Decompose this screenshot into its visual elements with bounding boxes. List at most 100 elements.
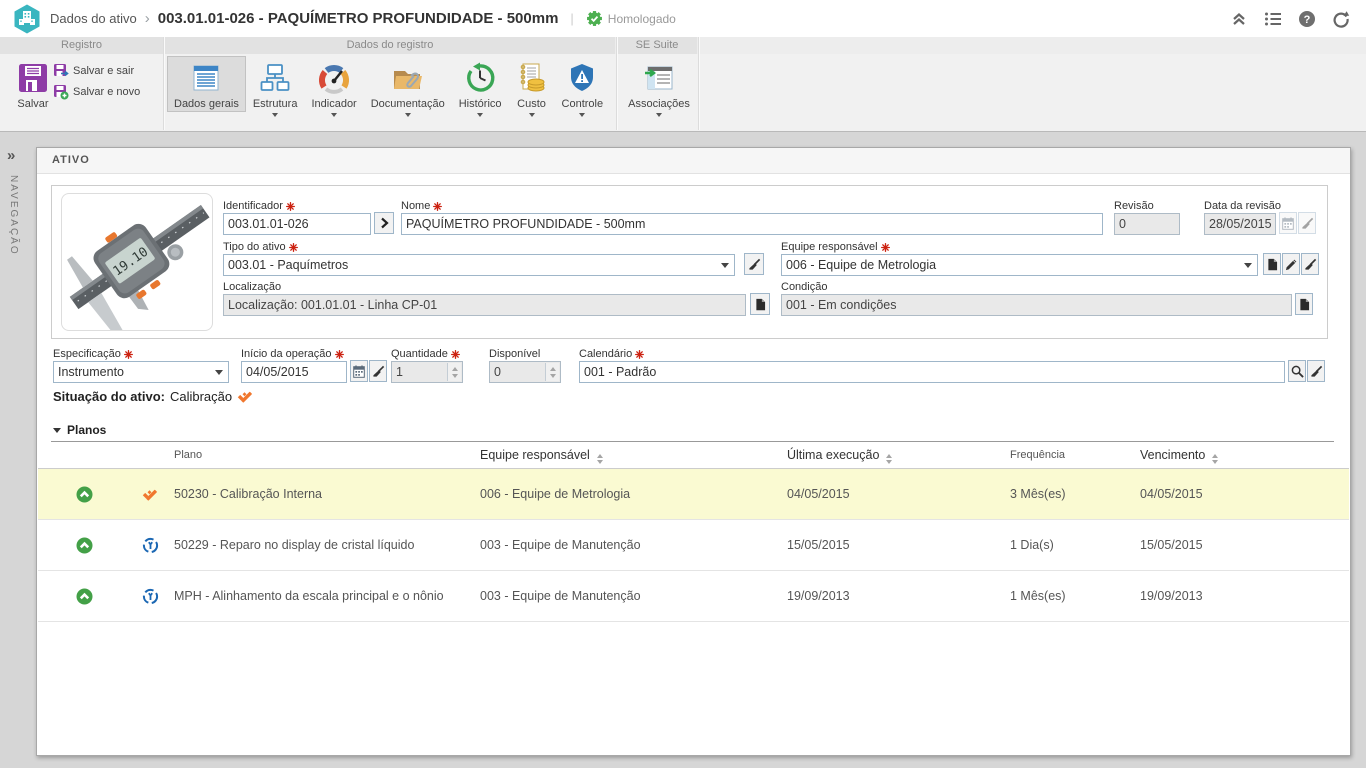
sort-icon	[886, 454, 892, 464]
condicao-field: Condição 001 - Em condições	[781, 281, 1292, 316]
help-icon[interactable]: ?	[1296, 8, 1318, 30]
plan-row[interactable]: MPH - Alinhamento da escala principal e …	[38, 571, 1349, 622]
plan-row[interactable]: 50229 - Reparo no display de cristal líq…	[38, 520, 1349, 571]
group-header-dados-do-registro: Dados do registro	[165, 37, 615, 54]
spinner-arrows-icon	[447, 363, 461, 381]
calendar-icon	[353, 365, 365, 378]
plan-team: 006 - Equipe de Metrologia	[480, 469, 630, 519]
plan-last-execution: 04/05/2015	[787, 469, 850, 519]
clean-brush-icon	[1301, 217, 1314, 230]
condicao-view-button[interactable]	[1295, 293, 1313, 315]
breadcrumb[interactable]: Dados do ativo	[50, 11, 137, 26]
calendario-clear-button[interactable]	[1307, 360, 1325, 382]
required-icon	[289, 243, 298, 252]
shield-alert-icon	[566, 60, 598, 96]
controle-label: Controle	[562, 98, 604, 110]
equipe-select[interactable]: 006 - Equipe de Metrologia	[781, 254, 1258, 276]
calendario-search-button[interactable]	[1288, 360, 1306, 382]
col-vencimento[interactable]: Vencimento	[1140, 442, 1218, 468]
required-icon	[286, 202, 295, 211]
custo-button[interactable]: Custo	[509, 56, 555, 119]
plan-last-execution: 15/05/2015	[787, 520, 850, 570]
app-logo-icon	[13, 4, 41, 34]
data-revisao-input: 28/05/2015	[1204, 213, 1276, 235]
ativo-panel: ATIVO 19.10 Identifi	[36, 147, 1351, 756]
inicio-operacao-input[interactable]: 04/05/2015	[241, 361, 347, 383]
equipe-view-button[interactable]	[1263, 253, 1281, 275]
plan-name: 50229 - Reparo no display de cristal líq…	[174, 520, 414, 570]
indicador-button[interactable]: Indicador	[304, 56, 363, 119]
plan-row[interactable]: 50230 - Calibração Interna 006 - Equipe …	[38, 469, 1349, 520]
plan-last-execution: 19/09/2013	[787, 571, 850, 621]
salvar-e-novo-label: Salvar e novo	[73, 86, 140, 98]
homologado-gear-icon	[586, 10, 603, 27]
plan-team: 003 - Equipe de Manutenção	[480, 571, 641, 621]
execute-plan-icon[interactable]	[76, 486, 93, 503]
planos-title: Planos	[67, 423, 106, 437]
dados-gerais-button[interactable]: Dados gerais	[167, 56, 246, 112]
data-revisao-label: Data da revisão	[1204, 200, 1281, 212]
expand-navigation-button[interactable]: »	[7, 147, 15, 164]
required-icon	[635, 350, 644, 359]
search-icon	[1291, 365, 1304, 378]
estrutura-button[interactable]: Estrutura	[246, 56, 305, 119]
salvar-e-novo-button[interactable]: Salvar e novo	[53, 84, 140, 100]
chevron-down-icon	[579, 113, 585, 117]
plan-name: 50230 - Calibração Interna	[174, 469, 322, 519]
calendar-icon	[1282, 217, 1294, 230]
revisao-label: Revisão	[1114, 200, 1154, 212]
execute-plan-icon[interactable]	[76, 588, 93, 605]
document-icon	[755, 298, 766, 311]
execute-plan-icon[interactable]	[76, 537, 93, 554]
calendario-input[interactable]: 001 - Padrão	[579, 361, 1285, 383]
collapse-header-icon[interactable]	[1228, 8, 1250, 30]
col-plano: Plano	[174, 442, 202, 468]
historico-button[interactable]: Histórico	[452, 56, 509, 119]
especificacao-select[interactable]: Instrumento	[53, 361, 229, 383]
equipe-edit-button[interactable]	[1282, 253, 1300, 275]
controle-button[interactable]: Controle	[555, 56, 611, 119]
associacoes-button[interactable]: Associações	[620, 56, 698, 119]
identificador-field: Identificador 003.01.01-026	[223, 200, 371, 235]
documentacao-button[interactable]: Documentação	[364, 56, 452, 119]
dados-gerais-label: Dados gerais	[174, 98, 239, 110]
tipo-ativo-select[interactable]: 003.01 - Paquímetros	[223, 254, 735, 276]
tipo-ativo-clear-button[interactable]	[744, 253, 764, 275]
chevron-down-icon	[477, 113, 483, 117]
identificador-input[interactable]: 003.01.01-026	[223, 213, 371, 235]
equipe-clear-button[interactable]	[1301, 253, 1319, 275]
identificador-next-button[interactable]	[374, 212, 394, 234]
sort-icon	[597, 454, 603, 464]
general-data-icon	[190, 60, 222, 96]
save-floppy-icon	[17, 60, 49, 96]
col-ultima-execucao[interactable]: Última execução	[787, 442, 892, 468]
localizacao-label: Localização	[223, 281, 281, 293]
menu-list-icon[interactable]	[1262, 8, 1284, 30]
localizacao-view-button[interactable]	[750, 293, 770, 315]
chevron-down-icon	[405, 113, 411, 117]
chevron-down-icon	[656, 113, 662, 117]
pencil-icon	[1285, 258, 1298, 271]
group-header-se-suite: SE Suite	[617, 37, 697, 54]
ribbon-toolbar: Registro Dados do registro SE Suite Salv…	[0, 37, 1366, 132]
revisao-field: Revisão 0	[1114, 200, 1180, 235]
refresh-icon[interactable]	[1330, 8, 1352, 30]
col-equipe[interactable]: Equipe responsável	[480, 442, 603, 468]
sort-icon	[1212, 454, 1218, 464]
planos-section-toggle[interactable]: Planos	[53, 423, 106, 437]
clean-brush-icon	[1304, 258, 1317, 271]
chevron-right-icon	[380, 217, 389, 229]
spinner-arrows-icon	[545, 363, 559, 381]
data-revisao-calendar-button	[1279, 212, 1297, 234]
salvar-e-sair-button[interactable]: Salvar e sair	[53, 63, 140, 79]
document-icon	[1267, 258, 1278, 271]
nome-input[interactable]: PAQUÍMETRO PROFUNDIDADE - 500mm	[401, 213, 1103, 235]
especificacao-field: Especificação Instrumento	[53, 348, 229, 383]
col-frequencia: Frequência	[1010, 442, 1065, 468]
inicio-operacao-calendar-button[interactable]	[350, 360, 368, 382]
plan-due-date: 15/05/2015	[1140, 520, 1203, 570]
inicio-operacao-clear-button[interactable]	[369, 360, 387, 382]
document-icon	[1299, 298, 1310, 311]
quantidade-stepper: 1	[391, 361, 463, 383]
chevron-down-icon	[331, 113, 337, 117]
